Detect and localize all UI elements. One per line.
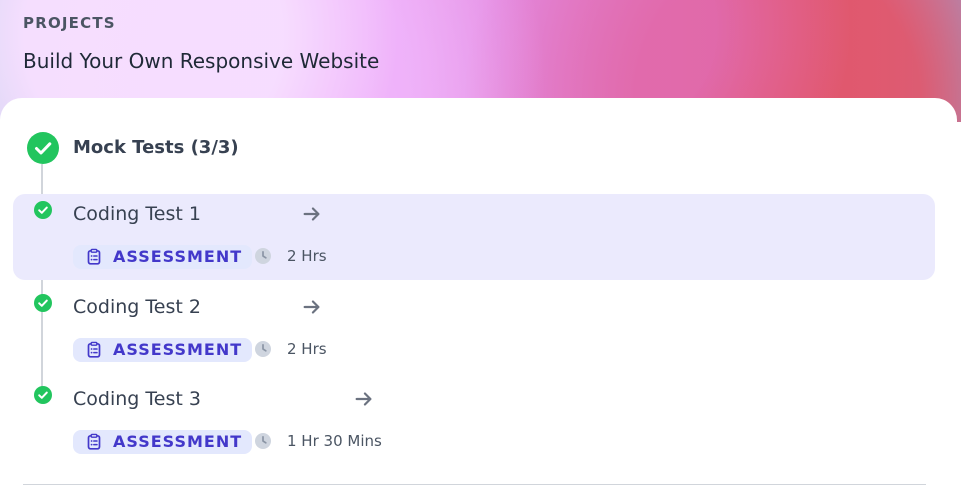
coding-test-title: Coding Test 1: [73, 203, 201, 225]
coding-test-3-item[interactable]: Coding Test 3 ASSESSMENT 1 Hr 30 Mins: [13, 379, 935, 465]
badge-label: ASSESSMENT: [113, 247, 243, 266]
project-title: Build Your Own Responsive Website: [23, 49, 380, 73]
arrow-right-icon[interactable]: [301, 296, 323, 318]
section-divider: [23, 484, 926, 485]
arrow-right-icon[interactable]: [353, 388, 375, 410]
check-circle-icon: [34, 201, 52, 219]
arrow-right-icon[interactable]: [301, 203, 323, 225]
check-circle-icon: [27, 132, 59, 164]
coding-test-1-item[interactable]: Coding Test 1 ASSESSMENT 2 Hrs: [13, 194, 935, 280]
clipboard-icon: [87, 433, 101, 450]
mock-tests-title: Mock Tests (3/3): [73, 137, 239, 158]
projects-page: PROJECTS Build Your Own Responsive Websi…: [0, 0, 961, 486]
check-circle-icon: [34, 386, 52, 404]
mock-tests-card: Mock Tests (3/3) Coding Test 1 ASSESSMEN…: [0, 98, 957, 486]
assessment-badge: ASSESSMENT: [73, 430, 253, 454]
header-label: PROJECTS: [23, 14, 116, 32]
clock-icon: [255, 433, 271, 449]
duration-text: 2 Hrs: [287, 340, 327, 358]
clock-icon: [255, 248, 271, 264]
duration-meta: 2 Hrs: [254, 247, 327, 265]
badge-label: ASSESSMENT: [113, 340, 243, 359]
duration-meta: 1 Hr 30 Mins: [254, 432, 382, 450]
assessment-badge: ASSESSMENT: [73, 245, 253, 269]
check-circle-icon: [34, 294, 52, 312]
duration-text: 1 Hr 30 Mins: [287, 432, 382, 450]
coding-test-title: Coding Test 3: [73, 388, 201, 410]
duration-text: 2 Hrs: [287, 247, 327, 265]
coding-test-2-item[interactable]: Coding Test 2 ASSESSMENT 2 Hrs: [13, 287, 935, 373]
clipboard-icon: [87, 248, 101, 265]
assessment-badge: ASSESSMENT: [73, 338, 253, 362]
duration-meta: 2 Hrs: [254, 340, 327, 358]
coding-test-title: Coding Test 2: [73, 296, 201, 318]
clipboard-icon: [87, 341, 101, 358]
clock-icon: [255, 341, 271, 357]
badge-label: ASSESSMENT: [113, 432, 243, 451]
